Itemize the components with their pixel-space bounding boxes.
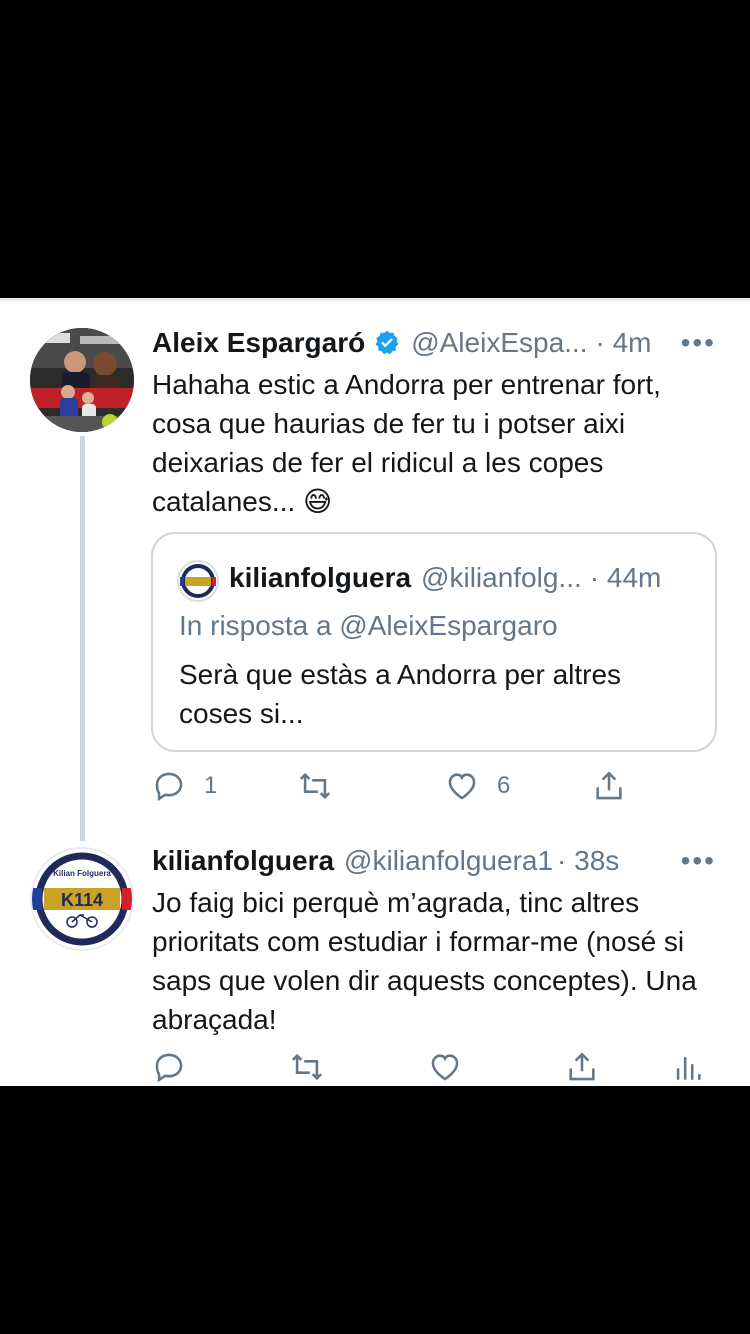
like-count: 6: [497, 772, 511, 799]
tweet2-text: Jo faig bici perquè m’agrada, tinc altre…: [152, 887, 697, 1035]
reply-icon: [155, 1053, 183, 1083]
retweet-icon: [291, 1053, 323, 1081]
avatar-kilian[interactable]: Kilian Folguera K114: [30, 847, 134, 951]
tweet2-author-name[interactable]: kilianfolguera: [152, 845, 334, 877]
quoted-author-name: kilianfolguera: [229, 562, 412, 593]
top-black-area: [0, 0, 750, 298]
tweet-thread-panel: Aleix Espargaró @AleixEspa... · 4m ••• H…: [0, 298, 750, 1086]
tweet2-handle[interactable]: @kilianfolguera1: [344, 845, 553, 877]
quoted-reply-to: In risposta a @AleixEspargaro: [179, 610, 558, 641]
analytics-button[interactable]: [671, 1050, 705, 1084]
avatar-aleix[interactable]: [30, 328, 134, 432]
share-icon: [569, 1052, 595, 1081]
quoted-time: · 44m: [589, 562, 662, 593]
share-icon: [596, 771, 622, 800]
quoted-handle: @kilianfolg...: [421, 562, 582, 593]
tweet2-time: · 38s: [557, 845, 620, 876]
thread-connector-line: [80, 436, 85, 841]
verified-badge-icon: [375, 330, 399, 355]
quoted-header: kilianfolguera @kilianfolg... · 44m: [229, 562, 661, 594]
tweet2-header: kilianfolguera @kilianfolguera1 · 38s: [152, 841, 712, 881]
reply-icon: [155, 772, 183, 802]
tweet1-more-icon[interactable]: •••: [681, 327, 716, 359]
quoted-avatar-icon: [177, 560, 219, 602]
bottom-black-area: [0, 1086, 750, 1334]
quoted-tweet[interactable]: kilianfolguera @kilianfolg... · 44m In r…: [151, 532, 717, 752]
reply-button-2[interactable]: [152, 1050, 186, 1084]
tweet1-author-name[interactable]: Aleix Espargaró: [152, 327, 365, 359]
share-button[interactable]: [592, 769, 626, 803]
reply-button[interactable]: 1: [152, 769, 217, 803]
reply-count: 1: [204, 772, 218, 799]
like-button[interactable]: 6: [445, 769, 510, 803]
like-button-2[interactable]: [428, 1050, 462, 1084]
tweet1-text: Hahaha estic a Andorra per entrenar fort…: [152, 369, 661, 517]
tweet1-time: · 4m: [595, 327, 652, 358]
share-button-2[interactable]: [565, 1050, 599, 1084]
tweet1-header: Aleix Espargaró @AleixEspa... · 4m: [152, 323, 722, 363]
retweet-button[interactable]: [298, 769, 332, 803]
heart-icon: [448, 773, 476, 800]
tweet2-more-icon[interactable]: •••: [681, 845, 716, 877]
analytics-icon: [676, 1057, 701, 1080]
avatar-kilian-mark: K114: [61, 890, 103, 910]
heart-icon: [431, 1054, 459, 1081]
retweet-icon: [299, 772, 331, 800]
avatar-kilian-top-text: Kilian Folguera: [53, 869, 111, 878]
retweet-button-2[interactable]: [290, 1050, 324, 1084]
tweet1-handle[interactable]: @AleixEspa...: [411, 327, 587, 359]
quoted-text: Serà que estàs a Andorra per altres cose…: [179, 659, 622, 729]
